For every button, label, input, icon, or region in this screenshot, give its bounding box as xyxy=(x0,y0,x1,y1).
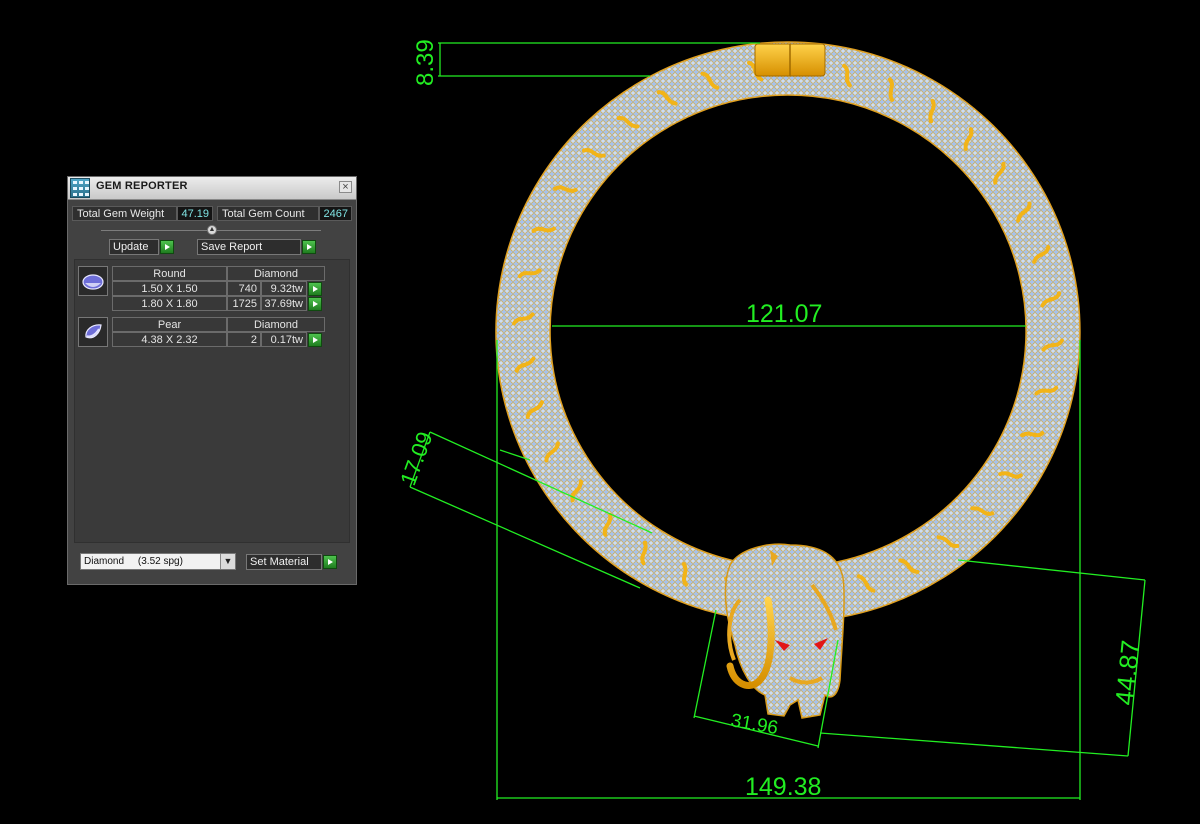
panel-title: GEM REPORTER xyxy=(96,180,188,192)
save-report-button[interactable]: Save Report xyxy=(197,239,301,255)
dim-clasp-height: 8.39 xyxy=(412,39,439,86)
total-gem-count-label: Total Gem Count xyxy=(217,206,319,221)
total-gem-weight-value: 47.19 xyxy=(177,206,213,221)
gem-list: Round Diamond 1.50 X 1.50 740 9.32tw 1.8… xyxy=(74,259,350,543)
dim-outer-width: 149.38 xyxy=(745,773,821,801)
gem-weight: 9.32tw xyxy=(261,281,307,296)
chevron-down-icon[interactable]: ▼ xyxy=(220,554,235,569)
select-gem-go-icon[interactable] xyxy=(308,282,322,296)
collapse-toggle-icon[interactable]: ▲ xyxy=(207,225,217,235)
set-material-go-icon[interactable] xyxy=(323,555,337,569)
set-material-button[interactable]: Set Material xyxy=(246,554,322,570)
dim-head-height: 44.87 xyxy=(1109,639,1146,707)
gem-material: Diamond xyxy=(227,317,325,332)
total-gem-weight-label: Total Gem Weight xyxy=(72,206,177,221)
dim-inner-diameter: 121.07 xyxy=(746,300,822,328)
gem-size: 4.38 X 2.32 xyxy=(112,332,227,347)
necklace-model xyxy=(495,41,1081,623)
gem-shape: Pear xyxy=(112,317,227,332)
gem-weight: 37.69tw xyxy=(261,296,307,311)
material-select[interactable]: Diamond (3.52 spg) ▼ xyxy=(80,553,236,570)
gem-shape: Round xyxy=(112,266,227,281)
gem-size: 1.50 X 1.50 xyxy=(112,281,227,296)
gem-material: Diamond xyxy=(227,266,325,281)
gem-count: 1725 xyxy=(227,296,261,311)
gem-weight: 0.17tw xyxy=(261,332,307,347)
save-report-go-icon[interactable] xyxy=(302,240,316,254)
elephant-pendant xyxy=(724,543,845,719)
select-gem-go-icon[interactable] xyxy=(308,333,322,347)
gem-size: 1.80 X 1.80 xyxy=(112,296,227,311)
panel-titlebar[interactable]: GEM REPORTER × xyxy=(68,177,356,200)
gem-count: 2 xyxy=(227,332,261,347)
gem-count: 740 xyxy=(227,281,261,296)
pear-gem-icon xyxy=(78,317,108,347)
close-icon[interactable]: × xyxy=(339,181,352,193)
gem-reporter-app-icon xyxy=(70,178,90,198)
dim-band-width: 17.09 xyxy=(395,428,437,488)
gem-reporter-panel: GEM REPORTER × Total Gem Weight 47.19 To… xyxy=(67,176,357,585)
select-gem-go-icon[interactable] xyxy=(308,297,322,311)
round-gem-icon xyxy=(78,266,108,296)
update-go-icon[interactable] xyxy=(160,240,174,254)
material-select-value: Diamond (3.52 spg) xyxy=(84,556,183,567)
update-button[interactable]: Update xyxy=(109,239,159,255)
total-gem-count-value: 2467 xyxy=(319,206,352,221)
